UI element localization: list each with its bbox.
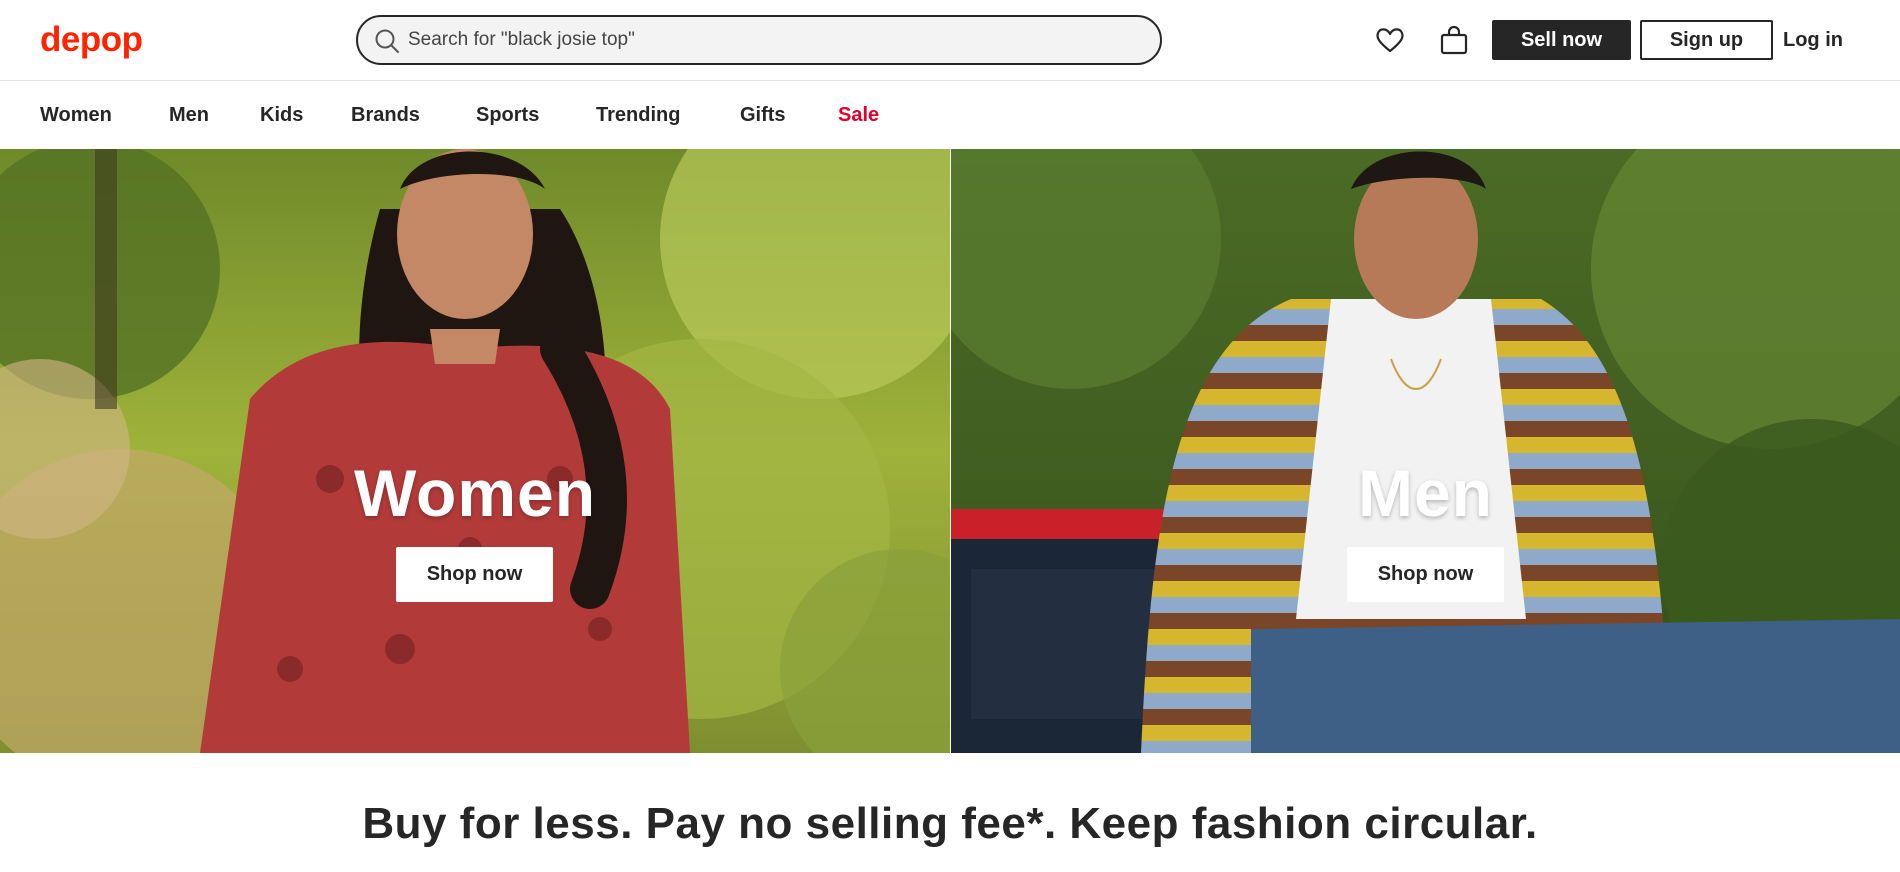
nav-item-gifts[interactable]: Gifts [740,102,786,128]
tagline-heading: Buy for less. Pay no selling fee*. Keep … [362,799,1538,848]
men-hero-image [951,149,1900,753]
nav-item-women[interactable]: Women [40,102,112,128]
sell-now-button[interactable]: Sell now [1492,20,1631,60]
category-nav: Women Men Kids Brands Sports Trending Gi… [0,81,1900,149]
hero-women-panel[interactable]: Women Shop now [0,149,950,753]
search-icon [375,29,399,53]
depop-logo[interactable]: depop [40,20,143,60]
nav-item-trending[interactable]: Trending [596,102,680,128]
hero-women-title: Women [353,456,597,530]
nav-item-sports[interactable]: Sports [476,102,539,128]
nav-item-brands[interactable]: Brands [351,102,420,128]
site-header: depop Sell now Sign up Log in [0,0,1900,81]
search-input[interactable] [408,25,1128,55]
nav-item-sale[interactable]: Sale [838,102,879,128]
shop-men-button[interactable]: Shop now [1347,547,1504,602]
log-in-button[interactable]: Log in [1783,20,1861,60]
hero-men-title: Men [1358,456,1493,530]
nav-item-kids[interactable]: Kids [260,102,303,128]
search-bar[interactable] [356,15,1162,65]
heart-icon[interactable] [1374,24,1406,56]
women-hero-image [0,149,950,753]
hero-men-panel[interactable]: Men Shop now [951,149,1900,753]
nav-item-men[interactable]: Men [169,102,209,128]
bag-icon[interactable] [1438,24,1470,56]
sign-up-button[interactable]: Sign up [1640,20,1773,60]
shop-women-button[interactable]: Shop now [396,547,553,602]
